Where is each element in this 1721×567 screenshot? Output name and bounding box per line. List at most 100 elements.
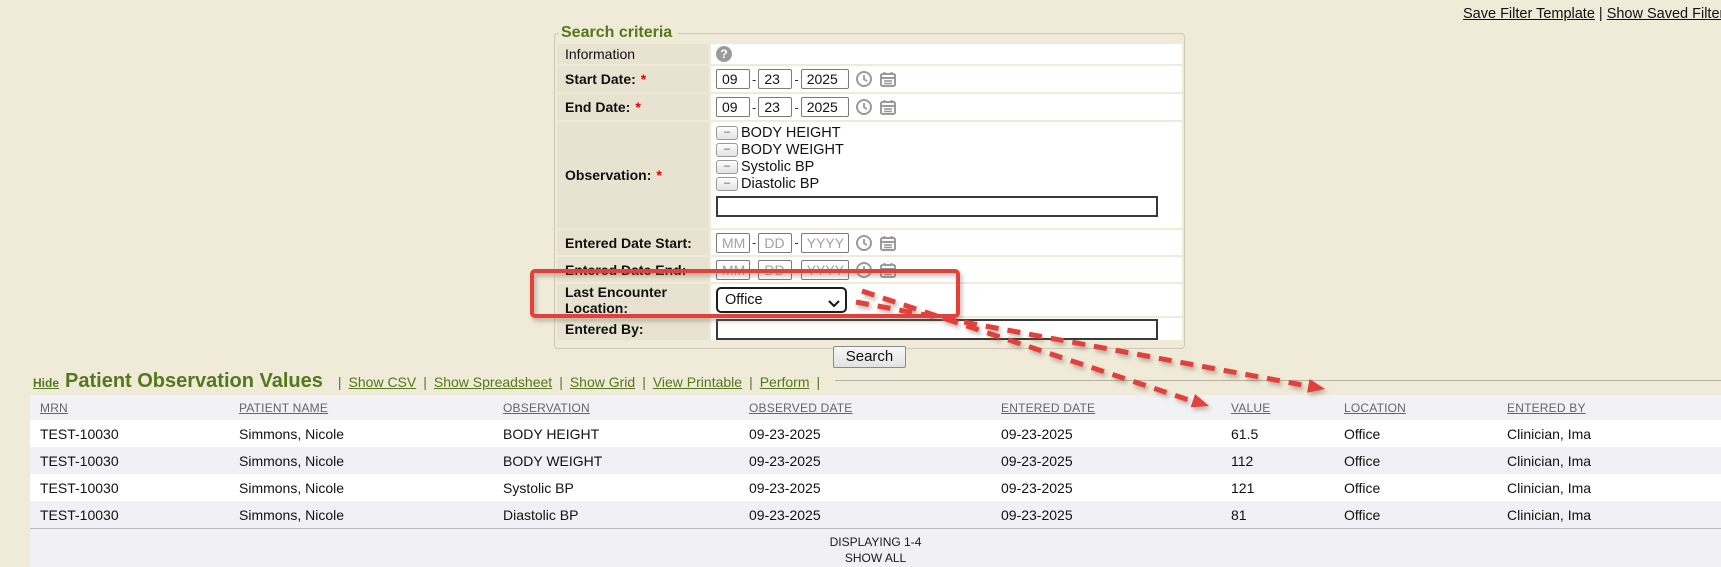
calendar-icon[interactable] (879, 70, 897, 88)
cell-entered-by: Clinician, Ima (1497, 507, 1721, 523)
remove-observation-button[interactable]: – (716, 143, 738, 157)
results-title: Patient Observation Values (65, 370, 323, 393)
observation-item-label: BODY WEIGHT (741, 142, 844, 158)
entered-date-start-label: Entered Date Start: (557, 230, 709, 255)
show-grid-link[interactable]: Show Grid (570, 374, 635, 390)
show-spreadsheet-link[interactable]: Show Spreadsheet (434, 374, 552, 390)
cell-value: 61.5 (1221, 426, 1334, 442)
table-row[interactable]: TEST-10030 Simmons, Nicole BODY WEIGHT 0… (30, 447, 1721, 474)
cell-observation: Diastolic BP (493, 507, 739, 523)
entered-by-label: Entered By: (557, 318, 709, 340)
calendar-icon[interactable] (879, 234, 897, 252)
observation-item-label: Diastolic BP (741, 176, 819, 192)
table-row[interactable]: TEST-10030 Simmons, Nicole Systolic BP 0… (30, 474, 1721, 501)
cell-value: 121 (1221, 480, 1334, 496)
column-header-entered-by[interactable]: ENTERED BY (1497, 401, 1721, 415)
cell-value: 81 (1221, 507, 1334, 523)
displaying-count: DISPLAYING 1-4 (30, 534, 1721, 550)
required-marker: * (656, 167, 661, 183)
cell-location: Office (1334, 507, 1497, 523)
title-separator: | (817, 374, 821, 390)
required-marker: * (635, 99, 640, 115)
column-header-mrn[interactable]: MRN (30, 401, 229, 415)
entered-date-start-month-input[interactable] (716, 233, 750, 253)
remove-observation-button[interactable]: – (716, 177, 738, 191)
cell-observation: BODY WEIGHT (493, 453, 739, 469)
end-date-year-input[interactable] (801, 97, 849, 117)
cell-entered-date: 09-23-2025 (991, 480, 1221, 496)
show-all-link[interactable]: SHOW ALL (30, 550, 1721, 566)
title-separator: | (642, 374, 646, 390)
date-dash: - (752, 100, 756, 115)
observation-search-input[interactable] (716, 196, 1158, 217)
table-row[interactable]: TEST-10030 Simmons, Nicole BODY HEIGHT 0… (30, 420, 1721, 447)
link-separator: | (1599, 6, 1603, 22)
entered-date-start-year-input[interactable] (801, 233, 849, 253)
observation-item: – Systolic BP (716, 158, 814, 175)
cell-location: Office (1334, 426, 1497, 442)
show-csv-link[interactable]: Show CSV (349, 374, 417, 390)
entered-date-start-row: Entered Date Start: - - (557, 230, 1182, 255)
entered-date-end-month-input[interactable] (716, 260, 750, 280)
search-button[interactable]: Search (833, 346, 907, 368)
cell-mrn: TEST-10030 (30, 507, 229, 523)
observation-item: – Diastolic BP (716, 175, 819, 192)
search-criteria-legend: Search criteria (559, 24, 678, 42)
title-separator: | (559, 374, 563, 390)
entered-date-start-day-input[interactable] (758, 233, 792, 253)
end-date-day-input[interactable] (758, 97, 792, 117)
cell-mrn: TEST-10030 (30, 480, 229, 496)
end-date-label: End Date:* (557, 94, 709, 120)
view-printable-link[interactable]: View Printable (653, 374, 742, 390)
observation-item-label: Systolic BP (741, 159, 814, 175)
entered-date-end-row: Entered Date End: - - (557, 257, 1182, 282)
information-row: Information ? (557, 44, 1182, 64)
start-date-year-input[interactable] (801, 69, 849, 89)
start-date-month-input[interactable] (716, 69, 750, 89)
clock-icon[interactable] (855, 70, 873, 88)
cell-patient-name: Simmons, Nicole (229, 480, 493, 496)
cell-entered-date: 09-23-2025 (991, 426, 1221, 442)
column-header-observed-date[interactable]: OBSERVED DATE (739, 401, 991, 415)
calendar-icon[interactable] (879, 98, 897, 116)
cell-mrn: TEST-10030 (30, 453, 229, 469)
clock-icon[interactable] (855, 98, 873, 116)
observation-item-label: BODY HEIGHT (741, 125, 841, 141)
observation-label: Observation:* (557, 122, 709, 228)
cell-observed-date: 09-23-2025 (739, 426, 991, 442)
table-row[interactable]: TEST-10030 Simmons, Nicole Diastolic BP … (30, 501, 1721, 528)
last-encounter-location-select[interactable]: Office (716, 287, 847, 313)
title-separator: | (749, 374, 753, 390)
remove-observation-button[interactable]: – (716, 160, 738, 174)
entered-date-end-day-input[interactable] (758, 260, 792, 280)
start-date-day-input[interactable] (758, 69, 792, 89)
cell-observed-date: 09-23-2025 (739, 453, 991, 469)
end-date-month-input[interactable] (716, 97, 750, 117)
remove-observation-button[interactable]: – (716, 126, 738, 140)
cell-entered-by: Clinician, Ima (1497, 480, 1721, 496)
date-dash: - (794, 262, 798, 277)
entered-date-end-year-input[interactable] (801, 260, 849, 280)
help-icon[interactable]: ? (716, 46, 732, 62)
save-filter-template-link[interactable]: Save Filter Template (1463, 6, 1595, 22)
hide-link[interactable]: Hide (33, 376, 59, 390)
start-date-row: Start Date:* - - (557, 66, 1182, 92)
title-divider-line (835, 380, 1721, 381)
clock-icon[interactable] (855, 234, 873, 252)
show-saved-filters-link[interactable]: Show Saved Filters (1607, 6, 1721, 22)
cell-location: Office (1334, 480, 1497, 496)
observation-row: Observation:* – BODY HEIGHT – BODY WEIGH… (557, 122, 1182, 228)
entered-by-input[interactable] (716, 319, 1158, 340)
cell-patient-name: Simmons, Nicole (229, 453, 493, 469)
calendar-icon[interactable] (879, 261, 897, 279)
column-header-entered-date[interactable]: ENTERED DATE (991, 401, 1221, 415)
column-header-value[interactable]: VALUE (1221, 401, 1334, 415)
clock-icon[interactable] (855, 261, 873, 279)
column-header-location[interactable]: LOCATION (1334, 401, 1497, 415)
last-encounter-location-label: Last Encounter Location: (557, 284, 709, 316)
column-header-patient-name[interactable]: PATIENT NAME (229, 401, 493, 415)
column-header-observation[interactable]: OBSERVATION (493, 401, 739, 415)
app-screen: Save Filter Template|Show Saved Filters … (0, 0, 1721, 567)
cell-patient-name: Simmons, Nicole (229, 426, 493, 442)
perform-link[interactable]: Perform (760, 374, 810, 390)
